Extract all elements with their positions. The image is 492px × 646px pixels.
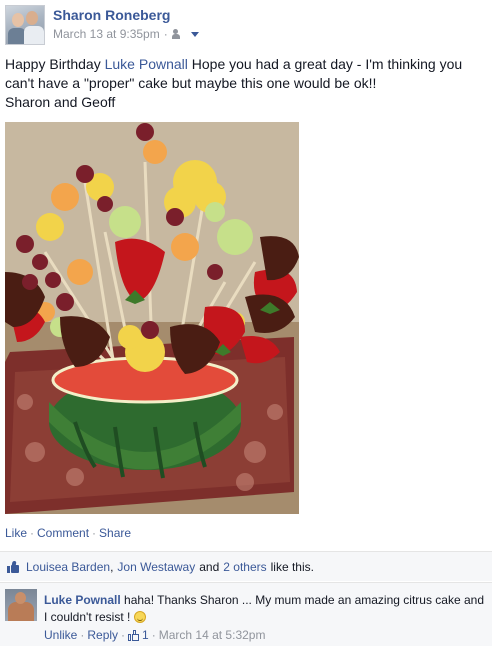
likes-suffix: like this. bbox=[270, 559, 314, 574]
separator: · bbox=[121, 628, 126, 642]
comment-like-count[interactable]: 1 bbox=[128, 628, 149, 642]
author-name[interactable]: Sharon Roneberg bbox=[53, 7, 170, 23]
commenter-avatar[interactable] bbox=[5, 589, 37, 621]
separator: · bbox=[80, 628, 85, 642]
comment-link[interactable]: Comment bbox=[37, 526, 89, 540]
message-signature: Sharon and Geoff bbox=[5, 94, 116, 110]
likes-others-link[interactable]: 2 others bbox=[223, 560, 266, 574]
separator: · bbox=[92, 526, 97, 540]
smile-emoticon-icon bbox=[133, 611, 146, 623]
comment-body: Luke Pownall haha! Thanks Sharon ... My … bbox=[44, 592, 484, 626]
post-photo[interactable] bbox=[5, 122, 299, 514]
separator: · bbox=[163, 27, 168, 41]
comment-actions: Unlike · Reply · 1 · March 14 at 5:32pm bbox=[44, 628, 265, 642]
post-header: Sharon Roneberg March 13 at 9:35pm · bbox=[5, 5, 485, 45]
fruit-bouquet-photo-icon bbox=[5, 122, 299, 514]
author-avatar[interactable] bbox=[5, 5, 45, 45]
chevron-down-icon[interactable] bbox=[190, 31, 199, 37]
like-thumb-icon bbox=[128, 629, 140, 641]
liker-link[interactable]: Jon Westaway bbox=[117, 560, 195, 574]
comment-timestamp[interactable]: March 14 at 5:32pm bbox=[159, 628, 266, 642]
friends-icon[interactable] bbox=[171, 29, 186, 39]
comment-item: Luke Pownall haha! Thanks Sharon ... My … bbox=[0, 582, 492, 646]
separator: · bbox=[151, 628, 156, 642]
like-thumb-icon bbox=[7, 560, 20, 573]
message-text-start: Happy Birthday bbox=[5, 56, 105, 72]
likes-summary: Louisea Barden, Jon Westaway and 2 other… bbox=[0, 551, 492, 581]
reply-link[interactable]: Reply bbox=[87, 628, 118, 642]
separator: · bbox=[30, 526, 35, 540]
likes-and: and bbox=[199, 559, 220, 574]
share-link[interactable]: Share bbox=[99, 526, 131, 540]
like-link[interactable]: Like bbox=[5, 526, 27, 540]
likes-comma: , bbox=[110, 559, 114, 574]
liker-link[interactable]: Louisea Barden bbox=[26, 560, 110, 574]
unlike-link[interactable]: Unlike bbox=[44, 628, 77, 642]
like-count-value: 1 bbox=[142, 628, 149, 642]
post-actions: Like · Comment · Share bbox=[5, 526, 131, 540]
post-meta: March 13 at 9:35pm · bbox=[53, 27, 199, 41]
post-message: Happy Birthday Luke Pownall Hope you had… bbox=[5, 55, 475, 112]
post-timestamp[interactable]: March 13 at 9:35pm bbox=[53, 27, 160, 41]
commenter-name[interactable]: Luke Pownall bbox=[44, 593, 121, 607]
tagged-user-link[interactable]: Luke Pownall bbox=[105, 56, 188, 72]
